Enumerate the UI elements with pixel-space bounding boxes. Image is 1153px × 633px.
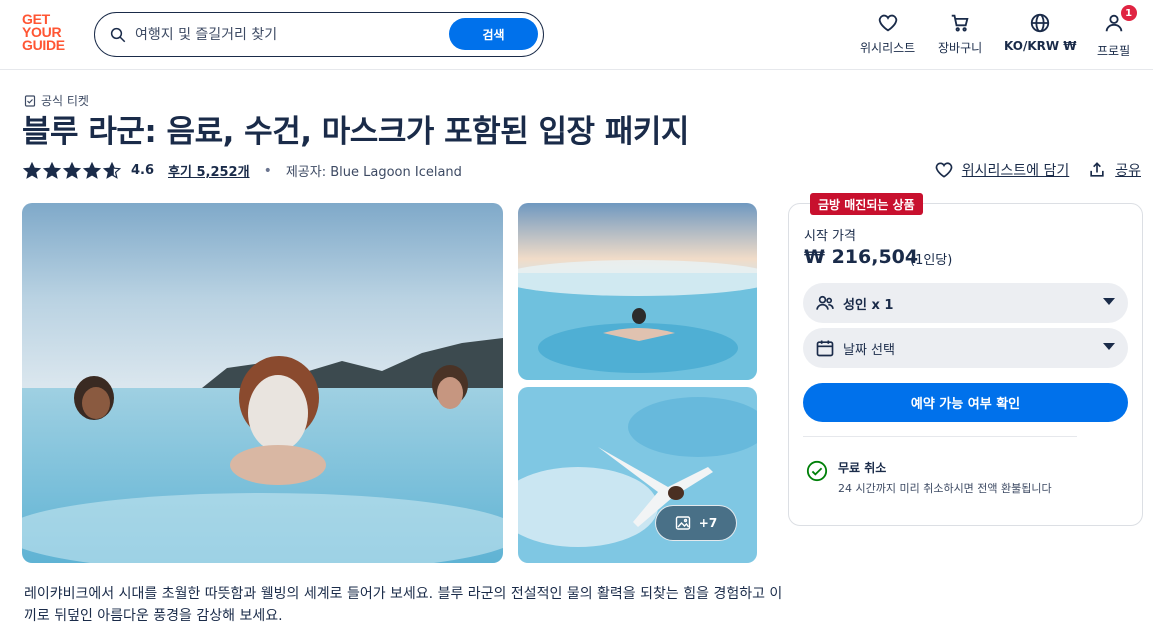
check-circle-icon bbox=[806, 460, 828, 482]
more-photos-count: +7 bbox=[698, 516, 718, 530]
star-icon bbox=[103, 161, 121, 179]
chevron-down-icon bbox=[1103, 343, 1115, 350]
lagoon-photo bbox=[22, 203, 503, 563]
participants-icon bbox=[816, 295, 834, 310]
product-actions: 위시리스트에 담기 공유 bbox=[934, 160, 1141, 180]
nav-wishlist[interactable]: 위시리스트 bbox=[860, 12, 915, 56]
nav-cart-label: 장바구니 bbox=[938, 41, 983, 55]
show-more-photos-button[interactable]: +7 bbox=[655, 505, 737, 541]
add-to-wishlist-label: 위시리스트에 담기 bbox=[961, 163, 1070, 179]
photo-swimmer-lagoon[interactable] bbox=[518, 203, 757, 380]
logo-line-3: GUIDE bbox=[22, 37, 65, 53]
price-value: ₩ 216,504 bbox=[804, 246, 919, 268]
image-icon bbox=[675, 516, 690, 530]
add-to-wishlist-button[interactable]: 위시리스트에 담기 bbox=[934, 160, 1070, 180]
rating-row: 4.6 후기 5,252개 • 제공자: Blue Lagoon Iceland bbox=[23, 161, 462, 180]
free-cancellation-title: 무료 취소 bbox=[838, 461, 887, 475]
share-button[interactable]: 공유 bbox=[1087, 160, 1141, 180]
booking-divider bbox=[803, 436, 1077, 437]
globe-icon bbox=[1031, 13, 1050, 33]
nav-profile[interactable]: 1 프로필 bbox=[1097, 5, 1137, 59]
nav-language-currency[interactable]: KO/KRW ₩ bbox=[1004, 12, 1077, 53]
star-icon bbox=[83, 161, 101, 179]
likely-to-sell-out-badge: 금방 매진되는 상품 bbox=[810, 193, 923, 215]
provider-text: 제공자: Blue Lagoon Iceland bbox=[285, 165, 462, 180]
heart-icon bbox=[935, 162, 953, 178]
search-icon bbox=[110, 27, 126, 42]
free-cancellation-description: 24 시간까지 미리 취소하시면 전액 환불됩니다 bbox=[838, 482, 1052, 495]
check-availability-button[interactable]: 예약 가능 여부 확인 bbox=[803, 383, 1128, 422]
search-bar: 검색 bbox=[94, 12, 544, 57]
getyourguide-logo[interactable]: GET YOUR GUIDE bbox=[22, 12, 74, 55]
reviews-link[interactable]: 후기 5,252개 bbox=[168, 161, 250, 180]
price-from-label: 시작 가격 bbox=[804, 229, 856, 244]
date-value: 날짜 선택 bbox=[843, 342, 895, 358]
chevron-down-icon bbox=[1103, 298, 1115, 305]
calendar-icon bbox=[816, 340, 834, 357]
site-header: GET YOUR GUIDE 검색 위시리스트 장바구니 KO/KRW ₩ 1 … bbox=[0, 0, 1153, 70]
nav-currency-label: KO/KRW ₩ bbox=[1004, 39, 1077, 53]
profile-icon-wrap: 1 bbox=[1103, 5, 1137, 42]
ticket-check-icon bbox=[24, 94, 36, 107]
cart-icon bbox=[951, 14, 969, 32]
share-icon bbox=[1090, 162, 1104, 177]
participants-value: 성인 x 1 bbox=[843, 297, 894, 313]
date-select[interactable]: 날짜 선택 bbox=[803, 328, 1128, 368]
participants-select[interactable]: 성인 x 1 bbox=[803, 283, 1128, 323]
star-icon bbox=[23, 161, 41, 179]
nav-profile-label: 프로필 bbox=[1097, 44, 1131, 58]
separator-dot: • bbox=[263, 162, 272, 179]
profile-notification-badge: 1 bbox=[1120, 5, 1137, 21]
rating-score: 4.6 bbox=[131, 163, 155, 178]
star-icon bbox=[43, 161, 61, 179]
nav-wishlist-label: 위시리스트 bbox=[860, 41, 916, 55]
search-button[interactable]: 검색 bbox=[449, 18, 538, 50]
nav-cart[interactable]: 장바구니 bbox=[938, 12, 982, 56]
lagoon-swimmer-photo bbox=[518, 203, 757, 380]
star-icon bbox=[63, 161, 81, 179]
share-label: 공유 bbox=[1115, 163, 1141, 179]
price-per-person: (1인당) bbox=[910, 253, 953, 268]
product-description: 레이캬비크에서 시대를 초월한 따뜻함과 웰빙의 세계로 들어가 보세요. 블루… bbox=[24, 586, 783, 624]
main-photo-lagoon-bathers[interactable] bbox=[22, 203, 503, 563]
page-title: 블루 라군: 음료, 수건, 마스크가 포함된 입장 패키지 bbox=[22, 114, 689, 150]
heart-icon bbox=[878, 14, 897, 32]
rating-stars bbox=[23, 161, 121, 180]
